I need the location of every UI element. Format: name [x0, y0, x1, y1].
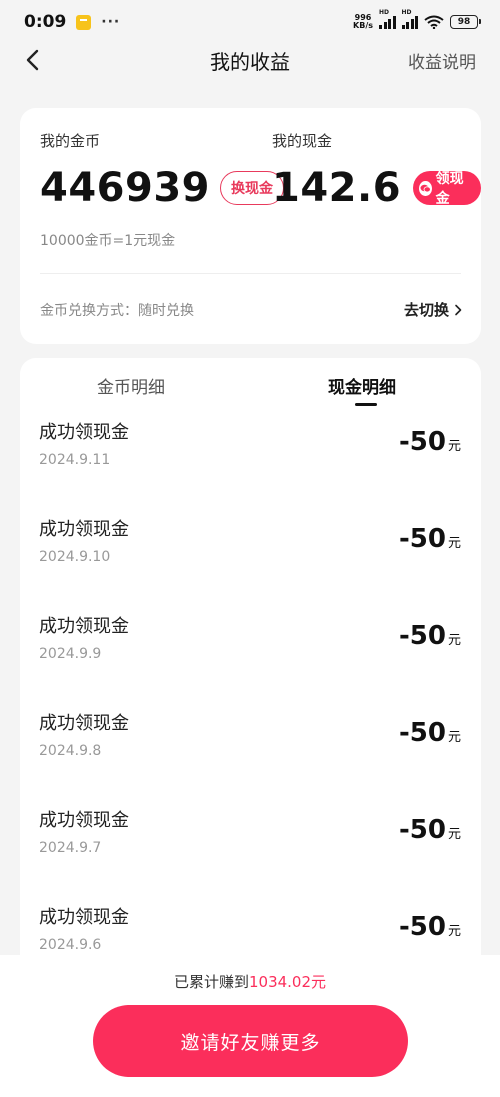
amount-value: -50 [399, 621, 446, 651]
exchange-rate-text: 10000金币=1元现金 [40, 233, 176, 249]
record-title: 成功领现金 [39, 519, 129, 540]
withdraw-cash-label: 领现金 [435, 171, 464, 207]
coin-section: 我的金币 446939 换现金 [40, 130, 284, 211]
withdraw-cash-button[interactable]: 领现金 [413, 171, 481, 207]
amount-unit: 元 [447, 536, 461, 551]
list-item: 成功领现金 2024.9.7 -50 元 [20, 800, 481, 897]
record-date: 2024.9.6 [39, 937, 102, 953]
amount-value: -50 [399, 815, 446, 845]
amount-value: -50 [399, 718, 446, 748]
total-earned-prefix: 已累计赚到 [173, 973, 249, 991]
earnings-help-link[interactable]: 收益说明 [408, 48, 476, 73]
wifi-icon [424, 15, 444, 29]
list-item: 成功领现金 2024.9.8 -50 元 [20, 703, 481, 800]
exchange-mode-text: 金币兑换方式：随时兑换 [40, 303, 194, 319]
list-item: 成功领现金 2024.9.11 -50 元 [20, 412, 481, 509]
amount-unit: 元 [447, 827, 461, 842]
record-list: 成功领现金 2024.9.11 -50 元 成功领现金 2024.9.10 -5… [20, 412, 481, 994]
detail-tabs: 金币明细 现金明细 [20, 358, 481, 412]
record-date: 2024.9.8 [39, 743, 102, 759]
back-arrow-icon[interactable] [22, 48, 46, 72]
chevron-right-icon [455, 304, 462, 315]
invite-friends-button[interactable]: 邀请好友赚更多 [93, 1005, 408, 1077]
active-tab-indicator [355, 403, 377, 406]
list-item: 成功领现金 2024.9.10 -50 元 [20, 509, 481, 606]
page-title: 我的收益 [210, 49, 290, 74]
record-date: 2024.9.11 [39, 452, 111, 468]
record-date: 2024.9.9 [39, 646, 102, 662]
amount-unit: 元 [447, 730, 461, 745]
record-title: 成功领现金 [39, 422, 129, 443]
signal-icon: HD [379, 9, 396, 29]
network-speed: 996 KB/s [353, 14, 373, 30]
cash-balance: 142.6 [272, 165, 402, 211]
signal-hd-label-2: HD [401, 8, 412, 16]
amount-value: -50 [399, 524, 446, 554]
tab-coin-detail[interactable]: 金币明细 [97, 373, 165, 398]
divider [40, 273, 461, 274]
bottom-bar: 已累计赚到1034.02元 邀请好友赚更多 [0, 955, 500, 1097]
amount-value: -50 [399, 427, 446, 457]
record-amount: -50 元 [399, 718, 461, 748]
nav-bar: 我的收益 收益说明 [0, 38, 500, 82]
tab-cash-detail[interactable]: 现金明细 [328, 373, 396, 398]
cash-section: 我的现金 142.6 领现金 [272, 130, 481, 211]
earnings-summary-card: 我的金币 446939 换现金 我的现金 142.6 领现金 10000金币=1… [20, 108, 481, 344]
coin-balance: 446939 [40, 165, 210, 211]
total-earned-line: 已累计赚到1034.02元 [0, 971, 500, 992]
record-amount: -50 元 [399, 524, 461, 554]
record-title: 成功领现金 [39, 810, 129, 831]
status-right: 996 KB/s HD HD 98 [353, 9, 481, 30]
cash-label: 我的现金 [272, 132, 333, 150]
record-amount: -50 元 [399, 815, 461, 845]
signal-hd-label: HD [379, 8, 390, 16]
record-title: 成功领现金 [39, 713, 129, 734]
switch-mode-label: 去切换 [403, 301, 449, 319]
amount-unit: 元 [447, 924, 461, 939]
more-notifications-icon: ··· [101, 14, 121, 30]
coin-label: 我的金币 [40, 132, 101, 150]
notification-app-icon [76, 14, 92, 30]
total-earned-amount: 1034.02元 [248, 973, 327, 991]
amount-unit: 元 [447, 633, 461, 648]
detail-card: 金币明细 现金明细 成功领现金 2024.9.11 -50 元 成功领现金 20… [20, 358, 481, 1008]
network-speed-unit: KB/s [353, 21, 373, 30]
status-left: 0:09 ··· [24, 12, 120, 32]
signal-icon-2: HD [401, 9, 418, 29]
record-amount: -50 元 [399, 912, 461, 942]
switch-mode-link[interactable]: 去切换 [404, 299, 463, 320]
record-date: 2024.9.7 [39, 840, 102, 856]
amount-unit: 元 [447, 439, 461, 454]
wechat-icon [419, 180, 432, 196]
status-time: 0:09 [24, 12, 67, 32]
amount-value: -50 [399, 912, 446, 942]
list-item: 成功领现金 2024.9.9 -50 元 [20, 606, 481, 703]
record-date: 2024.9.10 [39, 549, 111, 565]
battery-icon: 98 [450, 15, 481, 29]
record-amount: -50 元 [399, 427, 461, 457]
record-title: 成功领现金 [39, 616, 129, 637]
record-title: 成功领现金 [39, 907, 129, 928]
record-amount: -50 元 [399, 621, 461, 651]
